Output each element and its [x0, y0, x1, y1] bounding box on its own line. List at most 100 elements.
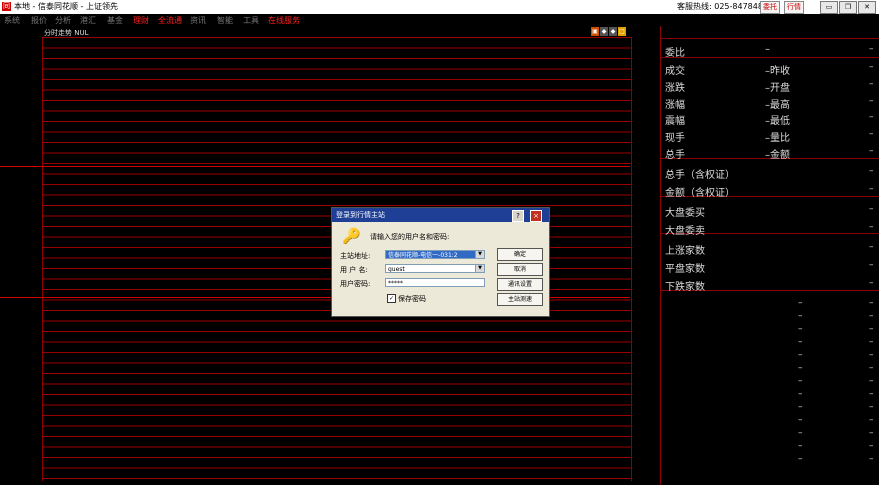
menu-item[interactable]: 分析 [55, 15, 71, 26]
entrust-button[interactable]: 委托 [760, 1, 780, 14]
panel-row-right-value: – [869, 112, 874, 122]
trade-detail-value: – [798, 441, 803, 451]
panel-row-value: – [765, 44, 770, 55]
panel-row-right-value: – [869, 184, 874, 194]
print-icon[interactable]: ▣ [591, 27, 599, 36]
server-select[interactable]: 信泰同花顺-电信一-031:2 ▼ [385, 250, 485, 259]
trade-detail-value: – [869, 402, 874, 412]
menu-item[interactable]: 基金 [107, 15, 123, 26]
trade-detail-value: – [798, 376, 803, 386]
panel-row-right-value: – [869, 204, 874, 214]
panel-row-right-value: – [869, 62, 874, 72]
panel-row-right-value: – [869, 146, 874, 156]
menu-item[interactable]: 系统 [4, 15, 20, 26]
menu-item[interactable]: 理财 [133, 15, 149, 26]
trade-detail-value: – [869, 415, 874, 425]
panel-row-right-value: – [869, 242, 874, 252]
chevron-down-icon[interactable]: ▼ [475, 251, 484, 258]
trade-detail-value: – [869, 454, 874, 464]
panel-row-label: 大盘委买 [665, 208, 705, 219]
panel-row-label: 金额（含权证） [665, 188, 735, 199]
window-title: 本地 - 信泰同花顺 - 上证领先 [14, 2, 118, 11]
trade-detail-value: – [869, 311, 874, 321]
trade-detail-value: – [798, 454, 803, 464]
panel-row-right-value: – [869, 96, 874, 106]
save-password-checkbox[interactable]: ✓ [387, 294, 396, 303]
panel-row-right-value: – [869, 129, 874, 139]
username-value: guest [388, 266, 405, 273]
panel-row-value: –金额 [765, 150, 790, 161]
panel-row-label: 现手 [665, 133, 685, 144]
panel-row-label: 下跌家数 [665, 282, 705, 293]
trade-detail-value: – [798, 324, 803, 334]
panel-divider [661, 38, 879, 39]
trade-detail-value: – [869, 389, 874, 399]
panel-row-right-value: – [869, 278, 874, 288]
hotline-text: 客服热线: 025-84784836 [677, 2, 774, 11]
menu-item[interactable]: 在线服务 [268, 15, 300, 26]
panel-row-label: 涨幅 [665, 100, 685, 111]
panel-row-value: –最低 [765, 116, 790, 127]
username-label: 用 户 名: [340, 266, 368, 274]
panel-row-value: –最高 [765, 100, 790, 111]
title-bar: 同 本地 - 信泰同花顺 - 上证领先 客服热线: 025-84784836 委… [0, 0, 879, 15]
panel-row-right-value: – [869, 79, 874, 89]
login-dialog: 登录到行情主站 ? × 🔑 请输入您的用户名和密码: 主站地址: 信泰同花顺-电… [331, 207, 550, 317]
close-icon[interactable]: ✕ [858, 1, 876, 14]
dialog-title-bar[interactable]: 登录到行情主站 ? × [332, 208, 549, 222]
password-label: 用户密码: [340, 280, 371, 288]
panel-row-value: –量比 [765, 133, 790, 144]
panel-row-value: –昨收 [765, 66, 790, 77]
panel-row-label: 委比 [665, 48, 685, 59]
trade-detail-value: – [798, 298, 803, 308]
username-input[interactable]: guest ▼ [385, 264, 485, 273]
cancel-button[interactable]: 取消 [497, 263, 543, 276]
trade-detail-value: – [798, 428, 803, 438]
ok-button[interactable]: 确定 [497, 248, 543, 261]
menu-item[interactable]: 港汇 [80, 15, 96, 26]
price-volume-separator [0, 166, 630, 167]
zoom-in-icon[interactable]: ◆ [609, 27, 617, 36]
panel-row-right-value: – [869, 222, 874, 232]
panel-row-label: 平盘家数 [665, 264, 705, 275]
quote-button[interactable]: 行情 [784, 1, 804, 14]
panel-row-label: 成交 [665, 66, 685, 77]
panel-row-right-value: – [869, 44, 874, 54]
menu-item[interactable]: 工具 [243, 15, 259, 26]
password-input[interactable]: ***** [385, 278, 485, 287]
server-label: 主站地址: [340, 252, 371, 260]
panel-divider [661, 57, 879, 58]
trade-detail-value: – [869, 363, 874, 373]
trade-detail-value: – [869, 441, 874, 451]
help-icon[interactable]: ? [512, 210, 524, 222]
restore-icon[interactable]: ❐ [839, 1, 857, 14]
zoom-out-icon[interactable]: ◆ [600, 27, 608, 36]
server-speed-test-button[interactable]: 主站测速 [497, 293, 543, 306]
panel-row-right-value: – [869, 166, 874, 176]
app-logo-icon: 同 [2, 2, 11, 11]
proxy-settings-button[interactable]: 通讯设置 [497, 278, 543, 291]
dialog-prompt: 请输入您的用户名和密码: [370, 233, 450, 241]
chart-close-icon[interactable]: □ [618, 27, 626, 36]
panel-row-label: 大盘委卖 [665, 226, 705, 237]
trade-detail-value: – [798, 402, 803, 412]
dialog-title: 登录到行情主站 [336, 211, 385, 219]
menu-bar: 系统 报价 分析 港汇 基金 理财 全流通 资讯 智能 工具 在线服务 [0, 14, 879, 26]
trade-detail-value: – [798, 337, 803, 347]
menu-item[interactable]: 报价 [31, 15, 47, 26]
key-icon: 🔑 [342, 227, 361, 245]
trade-detail-value: – [869, 376, 874, 386]
panel-row-label: 上涨家数 [665, 246, 705, 257]
trade-detail-value: – [869, 428, 874, 438]
dialog-close-icon[interactable]: × [530, 210, 542, 222]
menu-item[interactable]: 资讯 [190, 15, 206, 26]
chevron-down-icon[interactable]: ▼ [475, 265, 484, 272]
trade-detail-value: – [869, 324, 874, 334]
menu-item[interactable]: 全流通 [158, 15, 182, 26]
minimize-icon[interactable]: ▭ [820, 1, 838, 14]
save-password-label: 保存密码 [398, 295, 426, 303]
panel-row-label: 震幅 [665, 116, 685, 127]
trade-detail-value: – [798, 415, 803, 425]
menu-item[interactable]: 智能 [217, 15, 233, 26]
server-value: 信泰同花顺-电信一-031:2 [388, 252, 458, 259]
